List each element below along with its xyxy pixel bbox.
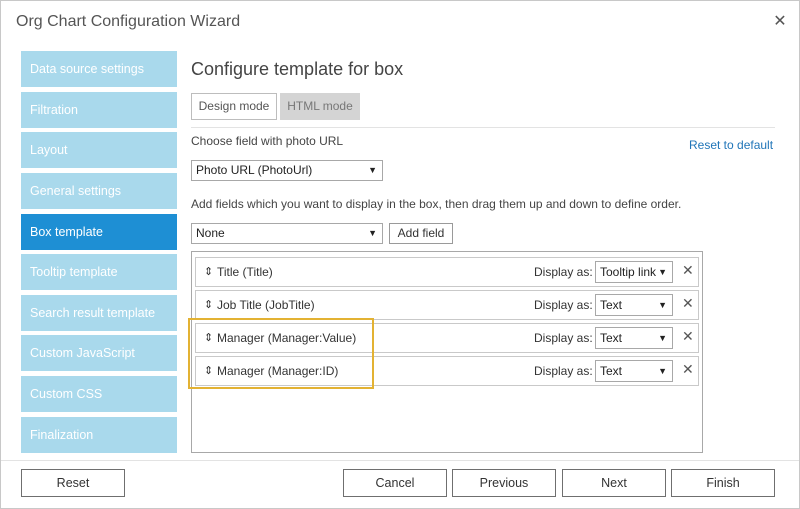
display-as-select[interactable]: Text ▼	[595, 360, 673, 382]
display-as-select-value: Text	[600, 364, 623, 378]
html-mode-button[interactable]: HTML mode	[280, 93, 360, 120]
wizard-dialog: Org Chart Configuration Wizard ✕ Data so…	[0, 0, 800, 509]
display-as-select-value: Tooltip link	[600, 265, 657, 279]
field-row[interactable]: ⇕ Job Title (JobTitle) Display as: Text …	[195, 290, 699, 320]
previous-button[interactable]: Previous	[452, 469, 556, 497]
add-field-button[interactable]: Add field	[389, 223, 453, 244]
sidebar-item-custom-css[interactable]: Custom CSS	[21, 376, 177, 412]
chevron-down-icon: ▼	[368, 228, 377, 238]
display-as-label: Display as:	[534, 331, 593, 345]
reset-button[interactable]: Reset	[21, 469, 125, 497]
highlight-annotation	[188, 318, 374, 389]
divider	[191, 127, 775, 128]
window-title: Org Chart Configuration Wizard	[16, 13, 241, 30]
display-as-label: Display as:	[534, 265, 593, 279]
sidebar-item-layout[interactable]: Layout	[21, 132, 177, 168]
chevron-down-icon: ▼	[658, 267, 667, 277]
design-mode-button[interactable]: Design mode	[191, 93, 277, 120]
close-icon[interactable]: ✕	[682, 295, 694, 312]
chevron-down-icon: ▼	[658, 300, 667, 310]
chevron-down-icon: ▼	[368, 165, 377, 175]
field-select[interactable]: None ▼	[191, 223, 383, 244]
field-row-name: Title (Title)	[217, 265, 273, 279]
next-button[interactable]: Next	[562, 469, 666, 497]
cancel-button[interactable]: Cancel	[343, 469, 447, 497]
display-as-select[interactable]: Text ▼	[595, 294, 673, 316]
field-row-name: Job Title (JobTitle)	[217, 298, 315, 312]
field-row[interactable]: ⇕ Title (Title) Display as: Tooltip link…	[195, 257, 699, 287]
sidebar-item-general-settings[interactable]: General settings	[21, 173, 177, 209]
close-icon[interactable]: ✕	[682, 262, 694, 279]
reset-to-default-link[interactable]: Reset to default	[689, 138, 773, 152]
close-icon[interactable]: ✕	[682, 361, 694, 378]
sidebar-item-box-template[interactable]: Box template	[21, 214, 177, 250]
fields-instruction-label: Add fields which you want to display in …	[191, 197, 682, 211]
finish-button[interactable]: Finish	[671, 469, 775, 497]
sidebar-item-finalization[interactable]: Finalization	[21, 417, 177, 453]
chevron-down-icon: ▼	[658, 366, 667, 376]
photo-url-select[interactable]: Photo URL (PhotoUrl) ▼	[191, 160, 383, 181]
footer-divider	[1, 460, 799, 461]
sidebar-item-search-result-template[interactable]: Search result template	[21, 295, 177, 331]
chevron-down-icon: ▼	[658, 333, 667, 343]
sidebar-item-filtration[interactable]: Filtration	[21, 92, 177, 128]
sidebar-item-tooltip-template[interactable]: Tooltip template	[21, 254, 177, 290]
display-as-select-value: Text	[600, 298, 623, 312]
display-as-select[interactable]: Tooltip link ▼	[595, 261, 673, 283]
sidebar-item-data-source-settings[interactable]: Data source settings	[21, 51, 177, 87]
photo-field-label: Choose field with photo URL	[191, 134, 344, 148]
display-as-label: Display as:	[534, 298, 593, 312]
photo-url-select-value: Photo URL (PhotoUrl)	[196, 163, 313, 177]
drag-handle-icon[interactable]: ⇕	[204, 265, 213, 278]
display-as-select-value: Text	[600, 331, 623, 345]
page-title: Configure template for box	[191, 59, 404, 79]
drag-handle-icon[interactable]: ⇕	[204, 298, 213, 311]
close-icon[interactable]: ✕	[771, 12, 789, 32]
close-icon[interactable]: ✕	[682, 328, 694, 345]
title-bar: Org Chart Configuration Wizard ✕	[1, 1, 799, 45]
display-as-label: Display as:	[534, 364, 593, 378]
field-select-value: None	[196, 226, 225, 240]
sidebar-item-custom-javascript[interactable]: Custom JavaScript	[21, 335, 177, 371]
display-as-select[interactable]: Text ▼	[595, 327, 673, 349]
